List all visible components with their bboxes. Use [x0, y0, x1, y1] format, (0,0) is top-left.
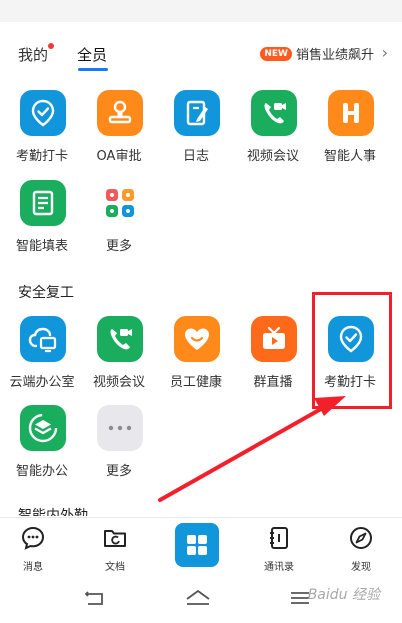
app-video-meeting[interactable]: 视频会议 — [235, 90, 311, 170]
new-badge: NEW — [260, 46, 292, 61]
h-letter-icon — [328, 90, 374, 136]
back-icon[interactable] — [82, 588, 106, 608]
watermark-text: Baidu 经验 — [307, 587, 380, 603]
tab-label: 通讯录 — [264, 562, 294, 573]
app-smart-form[interactable]: 智能填表 — [4, 180, 80, 260]
layers-icon — [20, 405, 66, 451]
app-label: 群直播 — [253, 375, 293, 390]
video-phone-icon — [251, 90, 297, 136]
notebook-pen-icon — [174, 90, 220, 136]
app-label: OA审批 — [96, 149, 142, 164]
promo-link[interactable]: NEW 销售业绩飙升 — [260, 44, 374, 63]
app-label: 员工健康 — [169, 375, 222, 390]
unread-dot — [48, 43, 55, 49]
app-label: 云端办公室 — [9, 375, 75, 390]
tab-contacts[interactable]: 通讯录 — [247, 525, 311, 573]
more-grid-icon — [97, 180, 143, 226]
app-employee-health[interactable]: 员工健康 — [158, 316, 234, 396]
app-smart-hr[interactable]: 智能人事 — [312, 90, 388, 170]
top-strip — [0, 0, 402, 22]
tab-label: 发现 — [351, 562, 371, 573]
tab-mine[interactable]: 我的 — [18, 43, 55, 65]
app-label: 视频会议 — [92, 375, 145, 390]
app-group-live[interactable]: 群直播 — [235, 316, 311, 396]
app-log[interactable]: 日志 — [158, 90, 234, 170]
home-icon[interactable] — [184, 588, 212, 608]
section-title-peek: 智能内外勤 — [18, 508, 88, 516]
section-title: 安全复工 — [18, 285, 74, 301]
app-video-meeting-2[interactable]: 视频会议 — [81, 316, 157, 396]
app-more-2[interactable]: 更多 — [81, 405, 157, 485]
tab-label: 文档 — [105, 562, 125, 573]
app-label: 日志 — [182, 149, 209, 164]
stamp-icon — [97, 90, 143, 136]
app-cloud-office[interactable]: 云端办公室 — [4, 316, 80, 396]
app-label: 更多 — [105, 464, 132, 479]
folder-sync-icon — [104, 530, 126, 547]
workbench-grid-icon — [187, 535, 207, 555]
tab-mine-label: 我的 — [18, 46, 49, 64]
app-label: 智能办公 — [15, 464, 68, 479]
ellipsis-icon — [97, 405, 143, 451]
app-smart-office[interactable]: 智能办公 — [4, 405, 80, 485]
heart-smile-icon — [174, 316, 220, 362]
form-icon — [20, 180, 66, 226]
cloud-office-icon — [20, 316, 66, 362]
app-label: 考勤打卡 — [15, 149, 68, 164]
tab-all-label: 全员 — [77, 46, 108, 64]
promo-text: 销售业绩飙升 — [295, 48, 374, 63]
compass-icon — [350, 527, 372, 549]
app-label: 更多 — [105, 239, 132, 254]
app-more[interactable]: 更多 — [81, 180, 157, 260]
app-label: 视频会议 — [246, 149, 299, 164]
app-label: 智能填表 — [15, 239, 68, 254]
contacts-book-icon — [270, 527, 288, 549]
tab-workbench[interactable] — [175, 523, 219, 567]
tv-live-icon — [251, 316, 297, 362]
tab-label: 消息 — [23, 562, 43, 573]
bottom-tab-bar: 消息 文档 通讯录 发现 — [0, 517, 402, 573]
tab-documents[interactable]: 文档 — [83, 525, 147, 573]
app-attendance[interactable]: 考勤打卡 — [4, 90, 80, 170]
chevron-right-icon[interactable]: › — [382, 43, 388, 62]
chat-bubble-icon — [21, 526, 45, 550]
highlight-box — [312, 292, 392, 409]
video-phone-icon — [97, 316, 143, 362]
location-check-icon — [20, 90, 66, 136]
tab-messages[interactable]: 消息 — [1, 525, 65, 573]
app-screen: 我的 全员 NEW 销售业绩飙升 › 考勤打卡 OA审批 日志 视频会议 智能人… — [0, 0, 402, 623]
app-oa-approval[interactable]: OA审批 — [81, 90, 157, 170]
app-label: 智能人事 — [323, 149, 376, 164]
active-tab-indicator — [78, 68, 108, 71]
tab-all[interactable]: 全员 — [77, 44, 107, 65]
tab-discover[interactable]: 发现 — [329, 525, 393, 573]
